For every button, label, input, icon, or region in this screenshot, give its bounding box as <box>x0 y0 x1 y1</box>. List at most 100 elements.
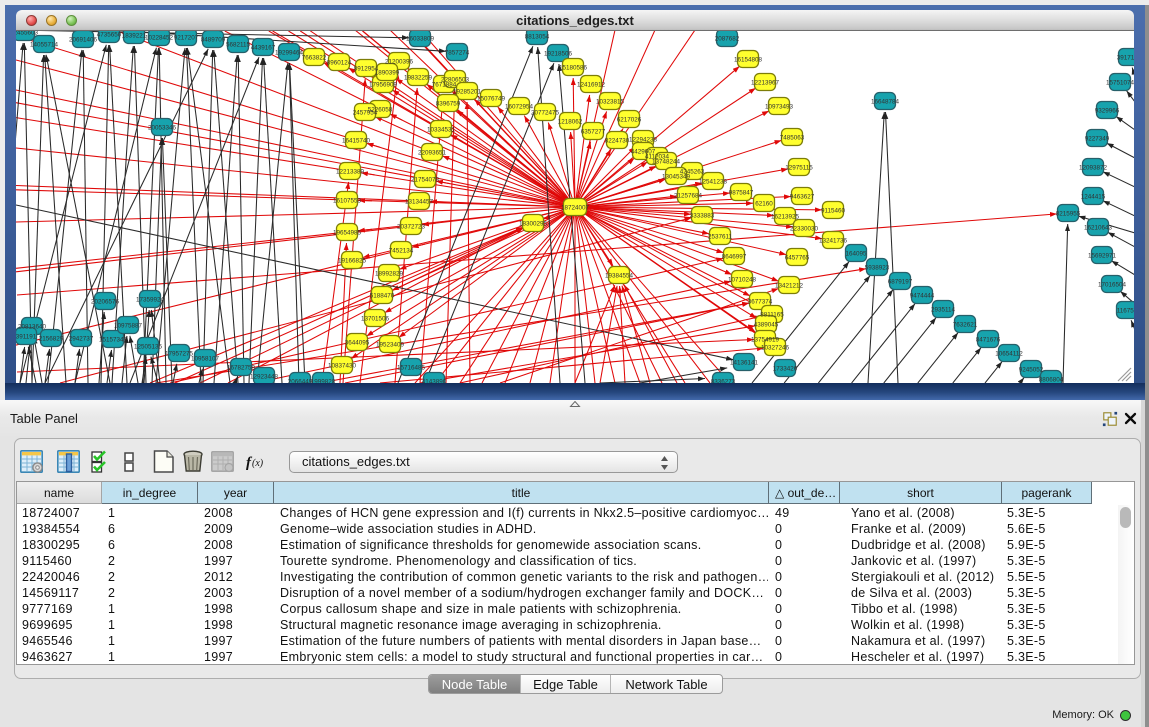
svg-text:16072954: 16072954 <box>505 103 534 110</box>
svg-text:16107553: 16107553 <box>333 197 362 204</box>
svg-text:8396759: 8396759 <box>436 100 461 107</box>
svg-text:5188470: 5188470 <box>370 292 395 299</box>
svg-text:9463627: 9463627 <box>790 193 815 200</box>
svg-text:9227349: 9227349 <box>1085 135 1110 142</box>
svg-text:2087682: 2087682 <box>715 35 740 42</box>
svg-text:2457954: 2457954 <box>353 109 378 116</box>
svg-text:6357277: 6357277 <box>581 128 606 135</box>
svg-text:19218506: 19218506 <box>544 50 573 57</box>
svg-text:13748244: 13748244 <box>652 158 681 165</box>
svg-text:20206576: 20206576 <box>91 298 120 305</box>
svg-text:13045349: 13045349 <box>662 173 691 180</box>
svg-text:3333883: 3333883 <box>690 212 715 219</box>
svg-text:1733426: 1733426 <box>773 365 798 372</box>
svg-text:8224730: 8224730 <box>605 137 630 144</box>
svg-text:19299464: 19299464 <box>275 49 304 56</box>
svg-text:8489709: 8489709 <box>201 36 226 43</box>
svg-text:9474444: 9474444 <box>910 292 935 299</box>
svg-text:10973493: 10973493 <box>765 103 794 110</box>
svg-text:10975887: 10975887 <box>114 322 143 329</box>
svg-text:12541238: 12541238 <box>699 178 728 185</box>
svg-text:10327246: 10327246 <box>761 344 790 351</box>
svg-text:19832259: 19832259 <box>404 74 433 81</box>
svg-text:10710248: 10710248 <box>728 276 757 283</box>
svg-text:17957275: 17957275 <box>165 350 194 357</box>
svg-text:10323815: 10323815 <box>596 98 625 105</box>
svg-text:6457765: 6457765 <box>785 254 810 261</box>
svg-text:19384554: 19384554 <box>605 272 634 279</box>
svg-text:19523409: 19523409 <box>376 341 405 348</box>
svg-text:16033809: 16033809 <box>406 35 435 42</box>
svg-text:9245052: 9245052 <box>1019 366 1044 373</box>
svg-text:17956909: 17956909 <box>369 81 398 88</box>
svg-text:12416912: 12416912 <box>577 81 606 88</box>
svg-text:21257684: 21257684 <box>674 192 703 199</box>
svg-text:16782759: 16782759 <box>227 364 256 371</box>
svg-text:8336273: 8336273 <box>711 378 736 383</box>
svg-text:8806804: 8806804 <box>1039 376 1064 383</box>
svg-text:1218062: 1218062 <box>558 118 583 125</box>
svg-text:16154808: 16154808 <box>734 56 763 63</box>
svg-text:18724007: 18724007 <box>561 204 590 211</box>
svg-text:3677374: 3677374 <box>748 298 773 305</box>
svg-text:4143890: 4143890 <box>422 378 447 383</box>
svg-text:391191: 391191 <box>16 333 37 340</box>
svg-text:10958107: 10958107 <box>191 355 220 362</box>
svg-text:10654112: 10654112 <box>995 350 1023 357</box>
svg-text:17359924: 17359924 <box>136 296 165 303</box>
svg-text:4389045: 4389045 <box>754 321 779 328</box>
svg-text:164095: 164095 <box>845 250 867 257</box>
svg-text:22330030: 22330030 <box>790 225 819 232</box>
svg-text:7663822: 7663822 <box>302 54 327 61</box>
svg-text:1890399: 1890399 <box>375 69 400 76</box>
svg-text:2537611: 2537611 <box>708 233 733 240</box>
svg-text:8960124: 8960124 <box>327 59 352 66</box>
svg-text:19285201: 19285201 <box>453 88 482 95</box>
svg-text:7485063: 7485063 <box>780 134 805 141</box>
svg-text:22806503: 22806503 <box>441 76 470 83</box>
svg-text:14055714: 14055714 <box>30 41 59 48</box>
svg-text:8471676: 8471676 <box>976 336 1001 343</box>
svg-text:19166825: 19166825 <box>338 257 367 264</box>
svg-text:10228452: 10228452 <box>145 34 174 41</box>
svg-text:19654985: 19654985 <box>333 229 362 236</box>
svg-text:8813054: 8813054 <box>525 33 550 40</box>
svg-text:16213925: 16213925 <box>771 213 800 220</box>
svg-text:12505135: 12505135 <box>134 343 163 350</box>
svg-text:2156829: 2156829 <box>39 335 64 342</box>
svg-text:20053346: 20053346 <box>148 124 177 131</box>
svg-text:7632621: 7632621 <box>953 321 978 328</box>
svg-text:(x): (x) <box>252 458 264 469</box>
svg-text:16210643: 16210643 <box>1084 224 1113 231</box>
svg-text:3644095: 3644095 <box>345 339 370 346</box>
svg-text:62160: 62160 <box>755 200 773 207</box>
svg-text:15076749: 15076749 <box>477 95 506 102</box>
svg-text:13754919: 13754919 <box>751 336 780 343</box>
svg-text:16648784: 16648784 <box>871 98 900 105</box>
svg-text:7452134: 7452134 <box>389 247 414 254</box>
svg-text:8811165: 8811165 <box>760 311 784 318</box>
svg-text:2935114: 2935114 <box>931 306 956 313</box>
svg-text:7857274: 7857274 <box>445 49 470 56</box>
svg-text:12213967: 12213967 <box>751 79 780 86</box>
svg-text:6879197: 6879197 <box>888 278 913 285</box>
svg-text:9329966: 9329966 <box>1095 107 1120 114</box>
svg-text:1839221: 1839221 <box>122 32 147 39</box>
svg-text:5938923: 5938923 <box>865 264 890 271</box>
svg-text:22455603: 22455603 <box>16 31 38 36</box>
svg-text:5682115: 5682115 <box>226 41 251 48</box>
svg-text:15157347: 15157347 <box>99 336 128 343</box>
svg-text:3917183: 3917183 <box>1117 54 1134 61</box>
svg-text:8646997: 8646997 <box>722 253 747 260</box>
svg-text:8215955: 8215955 <box>1056 210 1081 217</box>
svg-text:10334531: 10334531 <box>427 126 456 133</box>
svg-text:18992829: 18992829 <box>375 270 404 277</box>
svg-text:22093651: 22093651 <box>418 149 447 156</box>
svg-text:15180586: 15180586 <box>559 64 588 71</box>
svg-text:15751074: 15751074 <box>1106 79 1134 86</box>
svg-text:13421212: 13421212 <box>775 282 804 289</box>
svg-text:13701506: 13701506 <box>361 315 390 322</box>
svg-text:9875847: 9875847 <box>729 189 754 196</box>
svg-text:4439167: 4439167 <box>251 44 276 51</box>
svg-text:13134457: 13134457 <box>405 198 434 205</box>
